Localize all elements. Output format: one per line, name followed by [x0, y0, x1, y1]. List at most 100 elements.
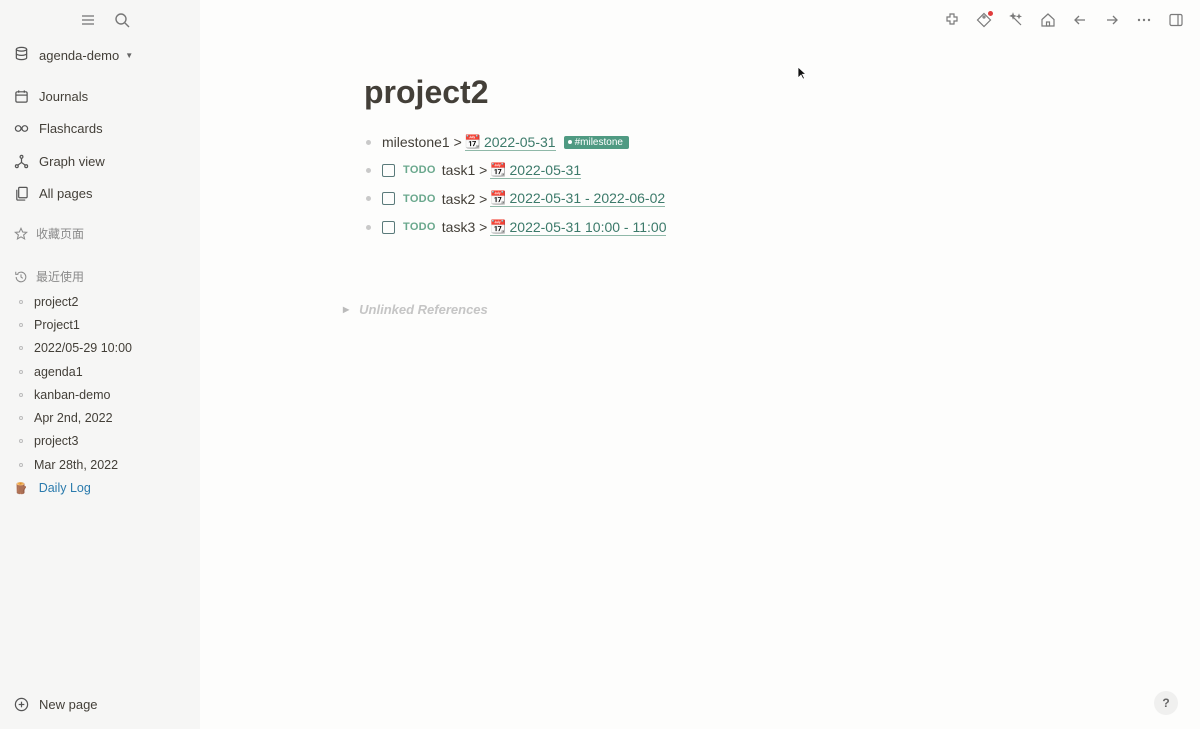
recent-item[interactable]: project3 [18, 430, 132, 453]
bullet-icon [19, 299, 23, 304]
bullet-icon [19, 439, 23, 444]
date-text: 2022-05-31 10:00 - 11:00 [509, 218, 667, 235]
block-list: milestone1 > 📆 2022-05-31 #milestone TOD… [366, 128, 667, 241]
search-icon[interactable] [112, 10, 132, 30]
block-task1[interactable]: TODO task1 > 📆 2022-05-31 [366, 156, 666, 184]
recent-item[interactable]: Apr 2nd, 2022 [18, 406, 132, 429]
calendar-icon [15, 90, 28, 103]
block-task3[interactable]: TODO task3 > 📆 2022-05-31 10:00 - 11:00 [366, 213, 667, 241]
sidebar-item-label: All pages [39, 186, 93, 202]
new-page-button[interactable]: New page [14, 697, 98, 712]
sidebar-item-label: Journals [39, 88, 89, 104]
sidebar-item-flashcards[interactable]: Flashcards [14, 113, 105, 146]
recent-section[interactable]: 最近使用 [14, 268, 84, 285]
sidebar-item-all-pages[interactable]: All pages [14, 178, 105, 211]
bullet-icon [19, 346, 23, 351]
calendar-emoji-icon: 📆 [490, 218, 507, 234]
recent-item-label: 2022/05-29 10:00 [34, 341, 133, 356]
date-text: 2022-05-31 - 2022-06-02 [509, 190, 666, 207]
triangle-right-icon: ▶ [343, 305, 350, 314]
sparkles-icon[interactable] [1006, 10, 1026, 30]
bullet-icon [19, 369, 23, 374]
todo-marker[interactable]: TODO [403, 164, 436, 176]
chevron-down-icon: ▼ [125, 50, 134, 60]
recent-item-label: project2 [34, 294, 79, 309]
block-bullet[interactable] [366, 167, 371, 173]
recent-item[interactable]: agenda1 [18, 360, 132, 383]
date-link[interactable]: 📆 2022-05-31 - 2022-06-02 [490, 190, 666, 208]
sidebar-item-label: Flashcards [39, 121, 103, 137]
notification-dot [988, 11, 993, 16]
favorites-section[interactable]: 收藏页面 [14, 225, 84, 242]
recent-item-daily-log[interactable]: 🪵 Daily Log [14, 476, 132, 499]
calendar-emoji-icon: 📆 [464, 133, 481, 149]
sidebar-item-journals[interactable]: Journals [14, 80, 105, 113]
plugins-icon[interactable] [942, 10, 962, 30]
graph-icon [14, 154, 29, 168]
recent-item-label: Mar 28th, 2022 [34, 457, 119, 472]
star-icon [14, 226, 28, 240]
recent-item-label: Daily Log [38, 481, 91, 496]
page-title[interactable]: project2 [364, 74, 488, 111]
sidebar-item-graph-view[interactable]: Graph view [14, 145, 105, 178]
left-sidebar: agenda-demo ▼ Journals Flashcards Graph … [0, 0, 200, 729]
block-milestone[interactable]: milestone1 > 📆 2022-05-31 #milestone [366, 128, 666, 156]
history-icon [15, 271, 27, 282]
right-sidebar-toggle-icon[interactable] [1166, 10, 1186, 30]
block-bullet[interactable] [366, 224, 371, 230]
block-text: task3 > [441, 219, 488, 236]
bullet-icon [19, 322, 23, 327]
date-link[interactable]: 📆 2022-05-31 [464, 133, 556, 151]
todo-marker[interactable]: TODO [403, 221, 436, 233]
recent-item[interactable]: 2022/05-29 10:00 [18, 337, 132, 360]
tag-dot-icon [567, 140, 572, 145]
plus-circle-icon [14, 697, 29, 712]
date-text: 2022-05-31 [509, 161, 582, 178]
unlinked-references-toggle[interactable]: ▶ Unlinked References [343, 302, 488, 317]
sidebar-item-label: Graph view [39, 153, 105, 169]
calendar-emoji-icon: 📆 [490, 161, 507, 177]
recent-title: 最近使用 [36, 270, 85, 284]
help-button[interactable]: ? [1154, 691, 1178, 715]
recent-item[interactable]: kanban-demo [18, 383, 132, 406]
home-icon[interactable] [1038, 10, 1058, 30]
todo-checkbox[interactable] [382, 192, 395, 206]
more-icon[interactable] [1134, 10, 1154, 30]
sidebar-toolbar [78, 10, 132, 30]
tag-text: #milestone [574, 136, 623, 148]
top-toolbar [942, 10, 1186, 30]
todo-checkbox[interactable] [382, 163, 395, 177]
sidebar-nav: Journals Flashcards Graph view All pages [14, 80, 105, 210]
todo-marker[interactable]: TODO [403, 193, 436, 205]
menu-icon[interactable] [78, 10, 98, 30]
block-task2[interactable]: TODO task2 > 📆 2022-05-31 - 2022-06-02 [366, 185, 666, 213]
arrow-right-icon[interactable] [1102, 10, 1122, 30]
new-page-label: New page [39, 697, 98, 712]
date-text: 2022-05-31 [483, 133, 556, 150]
block-bullet[interactable] [366, 196, 371, 202]
milestone-tag[interactable]: #milestone [563, 135, 629, 149]
recent-item-label: Apr 2nd, 2022 [34, 411, 113, 426]
block-text: task2 > [441, 190, 488, 207]
block-bullet[interactable] [366, 139, 371, 145]
bullet-icon [19, 392, 23, 397]
recent-item-label: Project1 [34, 317, 80, 332]
date-link[interactable]: 📆 2022-05-31 [490, 161, 582, 179]
date-link[interactable]: 📆 2022-05-31 10:00 - 11:00 [490, 218, 667, 236]
favorites-title: 收藏页面 [36, 227, 85, 241]
calendar-emoji-icon: 📆 [490, 190, 507, 206]
bullet-icon [19, 416, 23, 421]
tag-icon[interactable] [974, 10, 994, 30]
block-text: milestone1 > [382, 134, 462, 151]
block-text: task1 > [441, 162, 488, 179]
graph-selector[interactable]: agenda-demo ▼ [14, 46, 133, 64]
recent-item[interactable]: Mar 28th, 2022 [18, 453, 132, 476]
recent-item[interactable]: Project1 [18, 313, 132, 336]
recent-item-label: agenda1 [34, 364, 83, 379]
recent-item[interactable]: project2 [18, 290, 132, 313]
recent-list: project2 Project1 2022/05-29 10:00 agend… [14, 290, 132, 500]
arrow-left-icon[interactable] [1070, 10, 1090, 30]
todo-checkbox[interactable] [382, 220, 395, 234]
recent-item-label: project3 [34, 434, 79, 449]
infinity-icon [14, 125, 29, 133]
